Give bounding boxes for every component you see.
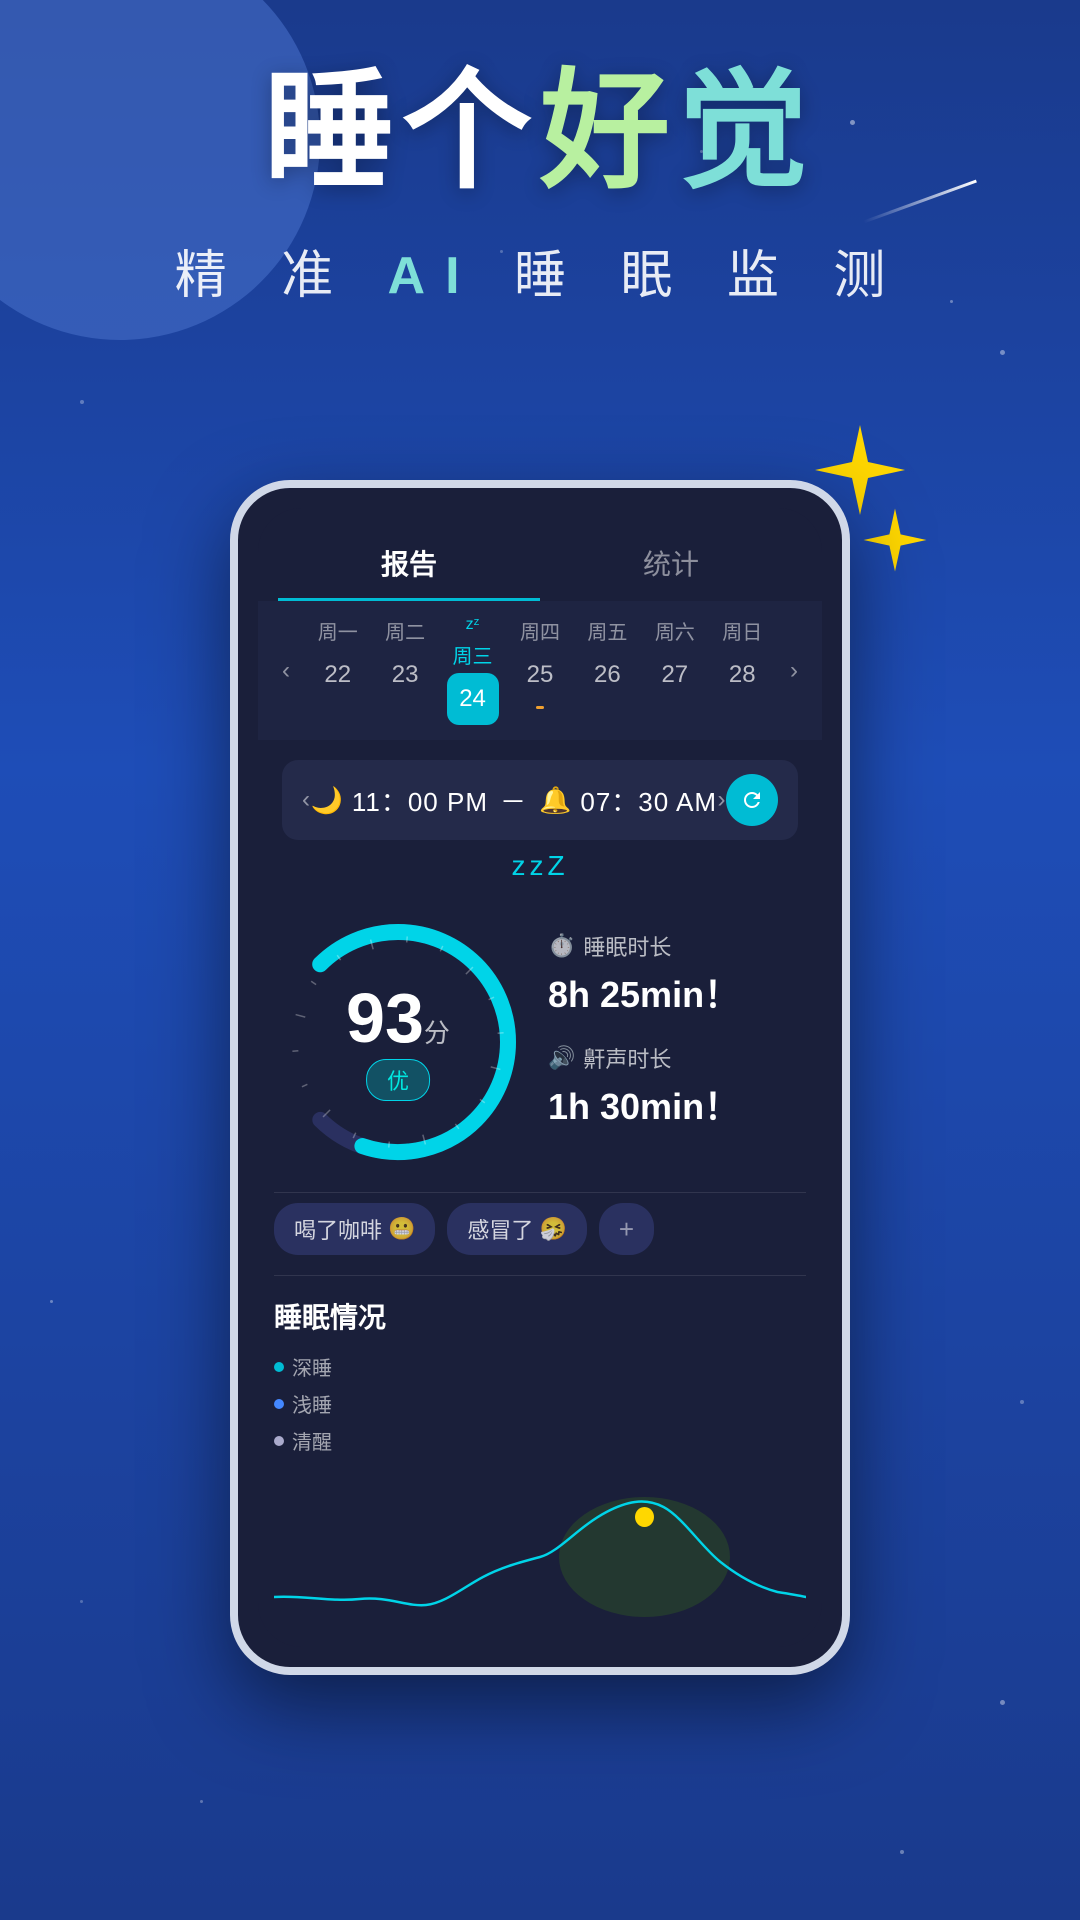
end-time: 07：30 AM — [580, 782, 717, 819]
hero-section: 睡个好觉 精 准 AI 睡 眠 监 测 — [0, 60, 1080, 308]
day-item-tue[interactable]: 周二 23 — [374, 616, 436, 725]
tag-cold-emoji: 🤧 — [539, 1216, 566, 1242]
chart-legend: 深睡 浅睡 清醒 — [274, 1352, 806, 1455]
tab-report[interactable]: 报告 — [278, 528, 540, 601]
phone-content: 报告 统计 ‹ 周一 22 周二 23 — [258, 508, 822, 1647]
moon-icon: 🌙 — [310, 785, 343, 816]
day-num-wed: 24 — [447, 673, 499, 725]
light-sleep-dot — [274, 1399, 284, 1409]
score-value: 93分 — [346, 983, 450, 1053]
snoring-duration-value: 1h 30min！ — [548, 1078, 802, 1130]
day-name-tue: 周二 — [385, 616, 425, 645]
sleep-chart-svg — [274, 1467, 806, 1627]
title-part2: 好 — [540, 58, 678, 204]
score-section: 93分 优 ⏱️ 睡眠时长 8h 25min！ — [258, 892, 822, 1192]
tab-stats[interactable]: 统计 — [540, 528, 802, 601]
tag-add-button[interactable]: + — [599, 1203, 654, 1255]
day-num-mon: 22 — [312, 649, 364, 701]
sleep-stats: ⏱️ 睡眠时长 8h 25min！ 🔊 鼾声时长 1h 30min！ — [548, 930, 802, 1154]
refresh-button[interactable] — [726, 774, 778, 826]
light-sleep-label: 浅睡 — [292, 1389, 332, 1418]
subtitle: 精 准 AI 睡 眠 监 测 — [60, 233, 1020, 308]
day-name-sat: 周六 — [655, 616, 695, 645]
week-prev-button[interactable]: ‹ — [268, 653, 304, 689]
time-separator: － — [500, 782, 527, 819]
time-prev-button[interactable]: ‹ — [302, 786, 310, 814]
ai-text: AI — [388, 247, 480, 305]
week-days: 周一 22 周二 23 zᶻ 周三 24 — [304, 616, 776, 725]
day-name-thu: 周四 — [520, 616, 560, 645]
time-display: 🌙 11：00 PM － 🔔 07：30 AM — [310, 782, 717, 819]
day-item-mon[interactable]: 周一 22 — [307, 616, 369, 725]
tag-cold-label: 感冒了 — [467, 1213, 533, 1245]
sleep-duration-value: 8h 25min！ — [548, 966, 802, 1018]
timer-icon: ⏱️ — [548, 933, 575, 959]
deep-sleep-label: 深睡 — [292, 1352, 332, 1381]
day-name-mon: 周一 — [318, 616, 358, 645]
tags-row: 喝了咖啡 😬 感冒了 🤧 + — [258, 1193, 822, 1275]
refresh-icon — [740, 788, 764, 812]
legend-deep-sleep: 深睡 — [274, 1352, 806, 1381]
day-item-wed[interactable]: zᶻ 周三 24 — [442, 616, 504, 725]
title-part1: 睡个 — [264, 58, 540, 204]
day-num-sun: 28 — [716, 649, 768, 701]
deep-sleep-dot — [274, 1362, 284, 1372]
phone-mockup: 报告 统计 ‹ 周一 22 周二 23 — [230, 480, 850, 1675]
start-time: 11：00 PM — [352, 782, 488, 819]
day-item-sun[interactable]: 周日 28 — [711, 616, 773, 725]
week-selector: ‹ 周一 22 周二 23 zᶻ 周三 — [258, 601, 822, 740]
tag-cold[interactable]: 感冒了 🤧 — [447, 1203, 586, 1255]
score-grade-badge: 优 — [366, 1059, 430, 1101]
time-range-bar: ‹ 🌙 11：00 PM － 🔔 07：30 AM › — [282, 760, 798, 840]
day-num-thu: 25 — [514, 649, 566, 701]
sleep-score-gauge: 93分 优 — [268, 912, 528, 1172]
day-name-fri: 周五 — [587, 616, 627, 645]
sleep-chart: 睡眠情况 深睡 浅睡 清醒 — [258, 1276, 822, 1647]
title-part3: 觉 — [678, 58, 816, 204]
bell-icon: 🔔 — [539, 785, 572, 816]
time-next-button[interactable]: › — [718, 786, 726, 814]
phone-frame: 报告 统计 ‹ 周一 22 周二 23 — [230, 480, 850, 1675]
snoring-duration-stat: 🔊 鼾声时长 1h 30min！ — [548, 1042, 802, 1130]
awake-dot — [274, 1436, 284, 1446]
awake-label: 清醒 — [292, 1426, 332, 1455]
sleep-duration-stat: ⏱️ 睡眠时长 8h 25min！ — [548, 930, 802, 1018]
day-item-fri[interactable]: 周五 26 — [576, 616, 638, 725]
tab-bar: 报告 统计 — [258, 508, 822, 601]
zzz-decoration: zzZ — [270, 850, 810, 882]
day-num-sat: 27 — [649, 649, 701, 701]
legend-awake: 清醒 — [274, 1426, 806, 1455]
sleep-duration-label: ⏱️ 睡眠时长 — [548, 930, 802, 962]
day-item-thu[interactable]: 周四 25 — [509, 616, 571, 725]
gauge-center-display: 93分 优 — [346, 983, 450, 1101]
sleep-chart-area — [274, 1467, 806, 1627]
week-next-button[interactable]: › — [776, 653, 812, 689]
sparkle-small-icon — [860, 505, 930, 575]
day-name-sun: 周日 — [722, 616, 762, 645]
time-range-wrapper: ‹ 🌙 11：00 PM － 🔔 07：30 AM › — [258, 740, 822, 882]
day-name-wed: 周三 — [453, 640, 493, 669]
snoring-duration-label: 🔊 鼾声时长 — [548, 1042, 802, 1074]
tag-coffee-label: 喝了咖啡 — [294, 1213, 382, 1245]
main-title: 睡个好觉 — [60, 60, 1020, 203]
legend-light-sleep: 浅睡 — [274, 1389, 806, 1418]
day-num-tue: 23 — [379, 649, 431, 701]
chart-title: 睡眠情况 — [274, 1296, 806, 1336]
zzz-indicator: zᶻ — [466, 616, 480, 634]
day-item-sat[interactable]: 周六 27 — [644, 616, 706, 725]
day-num-fri: 26 — [581, 649, 633, 701]
